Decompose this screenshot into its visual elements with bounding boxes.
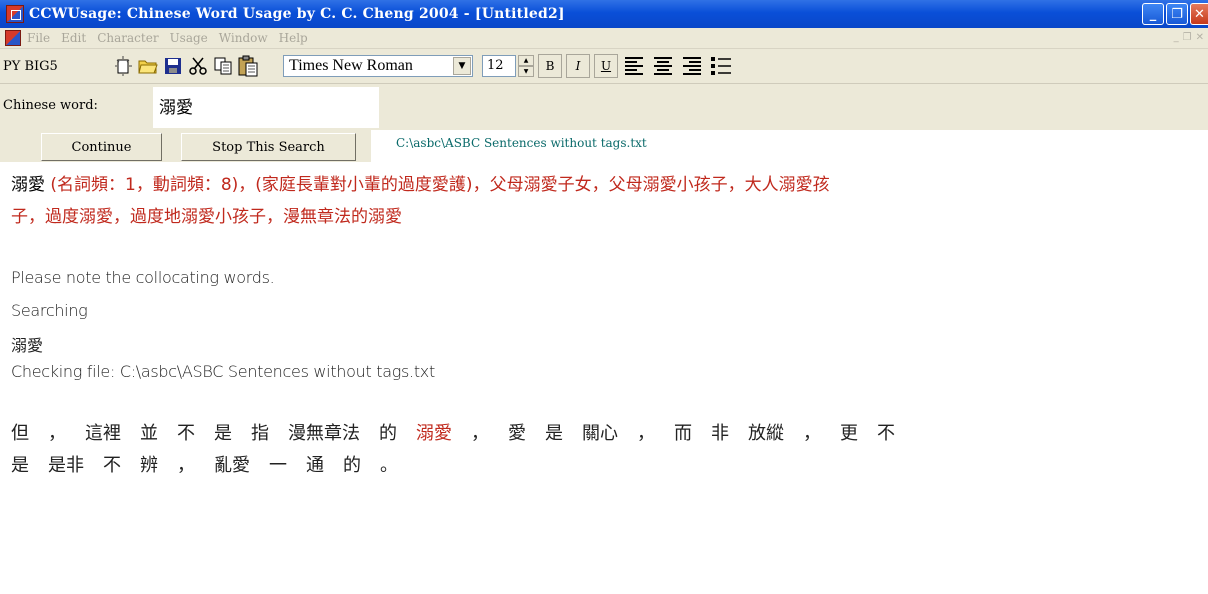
sentence-2-token: 是非 <box>48 455 84 476</box>
sentence-1-token: 指 <box>251 423 269 444</box>
sentence-1-token: ， <box>803 423 821 444</box>
font-size-stepper[interactable]: ▲ ▼ <box>518 55 534 77</box>
search-controls: Continue Stop This Search C:\asbc\ASBC S… <box>0 130 1208 162</box>
cut-icon[interactable] <box>186 54 210 78</box>
window-controls: _ ❐ ✕ <box>1142 3 1208 25</box>
sentence-1-token: 這裡 <box>85 423 121 444</box>
app-icon[interactable] <box>6 5 24 23</box>
doc-restore-icon[interactable]: ❐ <box>1183 32 1192 43</box>
italic-button[interactable]: I <box>566 54 590 78</box>
sentence-1-token: 不 <box>877 423 895 444</box>
align-left-icon[interactable] <box>621 53 647 79</box>
search-word-echo: 溺愛 <box>11 336 44 355</box>
chinese-word-label: Chinese word: <box>3 98 98 113</box>
font-size-input[interactable]: 12 <box>482 55 516 77</box>
toolbar: PY BIG5 Times New Roman ▼ 12 ▲ ▼ B I U <box>0 49 1208 84</box>
definition-text-1: (名詞頻：1，動詞頻：8)，(家庭長輩對小輩的過度愛護)，父母溺愛子女，父母溺愛… <box>50 175 830 195</box>
sentence-2-token: 一 <box>269 455 287 476</box>
continue-button[interactable]: Continue <box>41 133 162 161</box>
sentence-2-token: 通 <box>306 455 324 476</box>
definition-line-1: 溺愛 (名詞頻：1，動詞頻：8)，(家庭長輩對小輩的過度愛護)，父母溺愛子女，父… <box>11 170 830 195</box>
definition-line-2: 子，過度溺愛，過度地溺愛小孩子，漫無章法的溺愛 <box>11 207 402 227</box>
searching-status: Searching <box>11 301 88 320</box>
input-mode-label[interactable]: PY BIG5 <box>3 59 111 74</box>
sentence-1-token: 不 <box>177 423 195 444</box>
sentence-2-token: ， <box>177 455 195 476</box>
align-center-icon[interactable] <box>650 53 676 79</box>
doc-close-icon[interactable]: ✕ <box>1196 32 1204 43</box>
sentence-1-token: ， <box>637 423 655 444</box>
spin-down-icon[interactable]: ▼ <box>518 66 534 77</box>
sentence-1-token: 是 <box>214 423 232 444</box>
sentence-1-token: 非 <box>711 423 729 444</box>
new-file-icon[interactable] <box>111 54 135 78</box>
sentence-2-token: 亂愛 <box>214 455 250 476</box>
sentence-line-1: 但，這裡並不是指漫無章法的溺愛，愛是關心，而非放縱，更不 <box>11 419 914 445</box>
chinese-word-input[interactable]: 溺愛 <box>153 87 379 128</box>
file-path-field[interactable]: C:\asbc\ASBC Sentences without tags.txt <box>371 130 1208 162</box>
sentence-1-token: 但 <box>11 423 29 444</box>
collocation-note: Please note the collocating words. <box>11 268 275 287</box>
sentence-1-token: ， <box>471 423 489 444</box>
definition-head-word: 溺愛 <box>11 175 45 195</box>
window-title: CCWUsage: Chinese Word Usage by C. C. Ch… <box>29 6 565 22</box>
font-family-value: Times New Roman <box>289 57 413 74</box>
sentence-2-token: 。 <box>380 455 398 476</box>
sentence-2-token: 辨 <box>140 455 158 476</box>
menu-help[interactable]: Help <box>279 31 308 45</box>
menu-character[interactable]: Character <box>97 31 158 45</box>
menu-bar: File Edit Character Usage Window Help _ … <box>0 28 1208 49</box>
doc-minimize-icon[interactable]: _ <box>1174 32 1179 43</box>
sentence-1-token: 愛 <box>508 423 526 444</box>
underline-button[interactable]: U <box>594 54 618 78</box>
sentence-1-token: 溺愛 <box>416 423 452 444</box>
sentence-2-token: 的 <box>343 455 361 476</box>
spin-up-icon[interactable]: ▲ <box>518 55 534 66</box>
sentence-1-token: 放縱 <box>748 423 784 444</box>
sentence-1-token: ， <box>48 423 66 444</box>
menu-window[interactable]: Window <box>219 31 268 45</box>
sentence-1-token: 並 <box>140 423 158 444</box>
sentence-1-token: 更 <box>840 423 858 444</box>
paste-icon[interactable] <box>236 54 260 78</box>
bold-button[interactable]: B <box>538 54 562 78</box>
open-folder-icon[interactable] <box>136 54 160 78</box>
close-button[interactable]: ✕ <box>1190 3 1208 25</box>
menu-edit[interactable]: Edit <box>61 31 86 45</box>
chinese-word-value: 溺愛 <box>159 98 193 118</box>
document-icon[interactable] <box>5 30 21 46</box>
file-path-value: C:\asbc\ASBC Sentences without tags.txt <box>396 136 647 150</box>
sentence-2-token: 不 <box>103 455 121 476</box>
font-family-select[interactable]: Times New Roman ▼ <box>283 55 473 77</box>
save-icon[interactable] <box>161 54 185 78</box>
sentence-1-token: 是 <box>545 423 563 444</box>
menu-usage[interactable]: Usage <box>170 31 208 45</box>
sentence-1-token: 而 <box>674 423 692 444</box>
minimize-button[interactable]: _ <box>1142 3 1164 25</box>
stop-search-button[interactable]: Stop This Search <box>181 133 356 161</box>
sentence-1-token: 關心 <box>582 423 618 444</box>
sentence-line-2: 是是非不辨 ， 亂愛一通的。 <box>11 451 417 477</box>
sentence-2-token: 是 <box>11 455 29 476</box>
document-controls: _ ❐ ✕ <box>1174 32 1204 43</box>
align-right-icon[interactable] <box>679 53 705 79</box>
sentence-1-token: 漫無章法 <box>288 423 360 444</box>
chevron-down-icon[interactable]: ▼ <box>453 57 471 75</box>
copy-icon[interactable] <box>211 54 235 78</box>
results-text-area[interactable]: 溺愛 (名詞頻：1，動詞頻：8)，(家庭長輩對小輩的過度愛護)，父母溺愛子女，父… <box>0 162 1208 594</box>
chinese-word-row: Chinese word: 溺愛 <box>0 84 1208 130</box>
menu-file[interactable]: File <box>27 31 50 45</box>
sentence-1-token: 的 <box>379 423 397 444</box>
restore-button[interactable]: ❐ <box>1166 3 1188 25</box>
bullet-list-icon[interactable] <box>708 53 734 79</box>
checking-file-status: Checking file: C:\asbc\ASBC Sentences wi… <box>11 362 435 381</box>
title-bar[interactable]: CCWUsage: Chinese Word Usage by C. C. Ch… <box>0 0 1208 28</box>
